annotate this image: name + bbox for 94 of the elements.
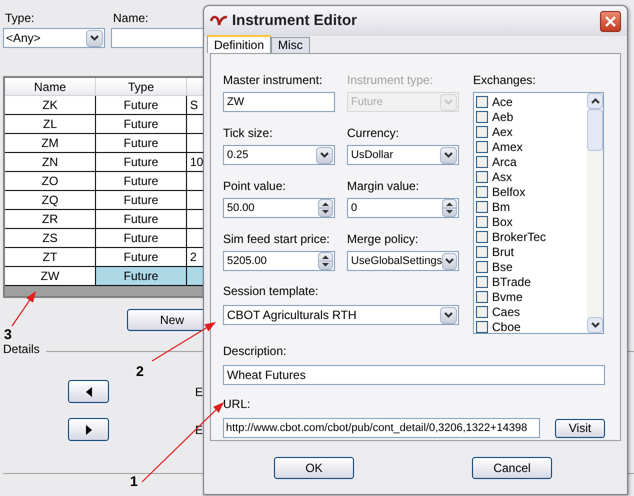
dropdown[interactable]: UsDollar xyxy=(347,145,459,165)
ok-button[interactable]: OK xyxy=(274,457,354,479)
field-label: Sim feed start price: xyxy=(223,232,331,246)
tab[interactable]: Misc xyxy=(271,37,310,53)
exchange-label[interactable]: Aex xyxy=(492,122,513,140)
exchange-label[interactable]: Cboe xyxy=(492,318,521,333)
url-field[interactable]: http://www.cbot.com/cbot/pub/cont_detail/0,3206,1322+14398 xyxy=(223,418,540,438)
checkbox[interactable] xyxy=(476,200,488,212)
field-label: Margin value: xyxy=(347,179,420,193)
table-cell: 10 xyxy=(190,155,204,169)
exchange-label[interactable]: Brut xyxy=(492,242,514,260)
checkbox[interactable] xyxy=(476,246,488,258)
checkbox[interactable] xyxy=(476,140,488,152)
spinner-arrows-icon[interactable] xyxy=(318,199,333,217)
spinner-arrows-icon[interactable] xyxy=(318,252,333,270)
field-label: Currency: xyxy=(347,126,400,140)
column-header[interactable]: Type xyxy=(96,78,187,95)
type-dropdown[interactable]: <Any> xyxy=(3,28,105,48)
checkbox[interactable] xyxy=(476,96,488,108)
exchange-label[interactable]: Bvme xyxy=(492,288,523,306)
dropdown[interactable]: UseGlobalSettings xyxy=(347,251,459,271)
close-button[interactable] xyxy=(600,10,621,32)
next-button[interactable] xyxy=(68,418,109,441)
type-label: Type: xyxy=(4,11,36,25)
field-label: Instrument type: xyxy=(347,73,434,87)
dropdown-caret-icon[interactable] xyxy=(316,146,333,164)
checkbox[interactable] xyxy=(476,320,488,332)
annotation-arrow xyxy=(12,291,36,326)
table-cell: Future xyxy=(96,267,187,285)
checkbox[interactable] xyxy=(476,186,488,198)
window-title: Instrument Editor xyxy=(232,10,358,31)
dropdown[interactable]: 0.25 xyxy=(223,145,335,165)
exchange-label[interactable]: BTrade xyxy=(492,272,531,290)
field-label: Session template: xyxy=(223,284,320,298)
scrollbar[interactable] xyxy=(587,93,603,333)
exchange-label[interactable]: Amex xyxy=(492,138,523,156)
input-field[interactable]: ZW xyxy=(223,92,335,112)
exchange-label[interactable]: BrokerTec xyxy=(492,228,546,246)
name-label: Name: xyxy=(112,11,148,25)
dropdown-caret-icon[interactable] xyxy=(86,30,103,46)
field-label: Point value: xyxy=(223,179,287,193)
annotation-number: 3 xyxy=(4,327,12,341)
previous-button[interactable] xyxy=(68,380,109,403)
table-cell: 2 xyxy=(190,250,197,264)
scroll-up-icon[interactable] xyxy=(590,98,600,104)
exchange-label[interactable]: Ace xyxy=(492,93,513,110)
right-triangle-icon xyxy=(86,424,92,434)
exchange-label[interactable]: Arca xyxy=(492,152,517,170)
spinner-arrows-icon[interactable] xyxy=(442,199,457,217)
checkbox[interactable] xyxy=(476,216,488,228)
exchange-label[interactable]: Belfox xyxy=(492,182,526,200)
column-header[interactable]: Name xyxy=(5,78,96,95)
exchange-label[interactable]: Bm xyxy=(492,198,510,216)
exchange-label[interactable]: Aeb xyxy=(492,108,514,126)
field-label: Description: xyxy=(223,344,288,358)
field-label: Tick size: xyxy=(223,126,274,140)
tab[interactable]: Definition xyxy=(207,35,272,53)
checkbox[interactable] xyxy=(476,230,488,242)
checkbox[interactable] xyxy=(476,290,488,302)
table-cell: S xyxy=(190,98,198,112)
field-label: Master instrument: xyxy=(223,73,324,87)
close-icon xyxy=(605,16,616,26)
annotation-number: 1 xyxy=(130,474,138,488)
scroll-down-icon[interactable] xyxy=(590,322,600,328)
exchange-label[interactable]: Bse xyxy=(492,258,513,276)
visit-button[interactable]: Visit xyxy=(555,418,605,438)
details-label: Details xyxy=(3,341,40,358)
dropdown-caret-icon[interactable] xyxy=(440,306,457,324)
session-template-dropdown[interactable]: CBOT Agriculturals RTH xyxy=(223,305,459,325)
annotation-number: 2 xyxy=(136,364,144,378)
exchange-label[interactable]: Box xyxy=(492,212,513,230)
number-field[interactable]: 50.00 xyxy=(223,198,335,218)
checkbox[interactable] xyxy=(476,260,488,272)
exchanges-label: Exchanges: xyxy=(473,73,537,87)
exchange-label[interactable]: Caes xyxy=(492,302,520,320)
left-triangle-icon xyxy=(86,386,92,396)
checkbox[interactable] xyxy=(476,170,488,182)
field-label: Merge policy: xyxy=(347,232,420,246)
app-logo-icon xyxy=(210,15,228,27)
exchange-label[interactable]: Asx xyxy=(492,168,512,186)
checkbox[interactable] xyxy=(476,276,488,288)
scroll-thumb[interactable] xyxy=(587,109,603,151)
number-field[interactable]: 5205.00 xyxy=(223,251,335,271)
dropdown-caret-icon[interactable] xyxy=(440,146,457,164)
cancel-button[interactable]: Cancel xyxy=(472,457,552,479)
field-label: URL: xyxy=(223,397,252,411)
checkbox[interactable] xyxy=(476,110,488,122)
dropdown-caret-icon[interactable] xyxy=(442,252,457,270)
checkbox[interactable] xyxy=(476,306,488,318)
field-label: E xyxy=(195,384,204,400)
description-field[interactable]: Wheat Futures xyxy=(223,365,605,385)
number-field[interactable]: 0 xyxy=(347,198,459,218)
checkbox[interactable] xyxy=(476,126,488,138)
checkbox[interactable] xyxy=(476,156,488,168)
